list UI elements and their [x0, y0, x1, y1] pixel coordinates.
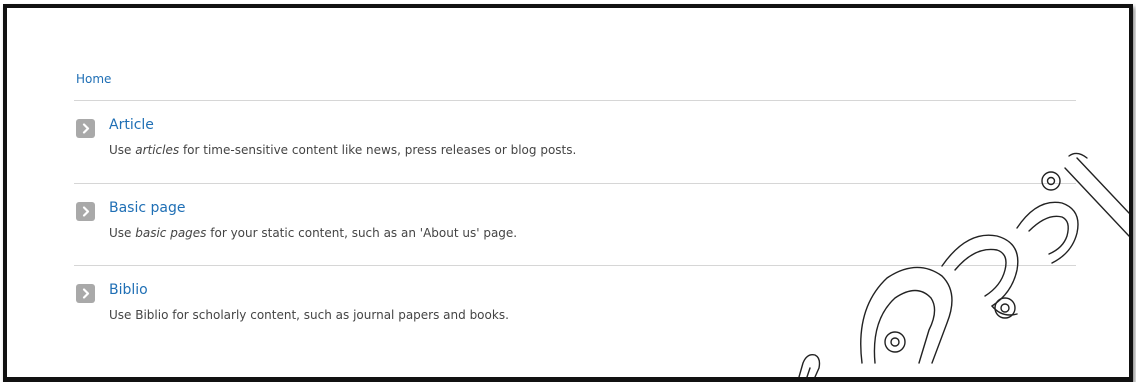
- content-type-description: Use articles for time-sensitive content …: [109, 143, 576, 157]
- description-text: for your static content, such as an 'Abo…: [206, 226, 518, 240]
- chevron-right-icon[interactable]: [76, 119, 95, 138]
- content-type-title-link[interactable]: Article: [109, 117, 154, 133]
- description-text: Use Biblio for scholarly content, such a…: [109, 308, 509, 322]
- description-text: Use: [109, 226, 136, 240]
- screenshot-frame: Home Article Use articles for time-sensi…: [3, 4, 1133, 382]
- description-text: for time-sensitive content like news, pr…: [179, 143, 577, 157]
- description-text: Use: [109, 143, 136, 157]
- content-type-description: Use basic pages for your static content,…: [109, 226, 517, 240]
- chevron-right-icon[interactable]: [76, 284, 95, 303]
- divider: [74, 183, 1076, 184]
- content-type-title-link[interactable]: Biblio: [109, 282, 148, 298]
- breadcrumb-home-link[interactable]: Home: [76, 72, 111, 86]
- content-type-item-basic-page: Basic page Use basic pages for your stat…: [74, 198, 1076, 258]
- content-type-item-biblio: Biblio Use Biblio for scholarly content,…: [74, 280, 1076, 340]
- content-type-description: Use Biblio for scholarly content, such a…: [109, 308, 509, 322]
- description-emphasis: basic pages: [135, 226, 207, 240]
- content-type-item-article: Article Use articles for time-sensitive …: [74, 115, 1076, 175]
- description-emphasis: articles: [135, 143, 180, 157]
- chevron-right-icon[interactable]: [76, 202, 95, 221]
- divider: [74, 265, 1076, 266]
- divider: [74, 100, 1076, 101]
- content-type-title-link[interactable]: Basic page: [109, 200, 185, 216]
